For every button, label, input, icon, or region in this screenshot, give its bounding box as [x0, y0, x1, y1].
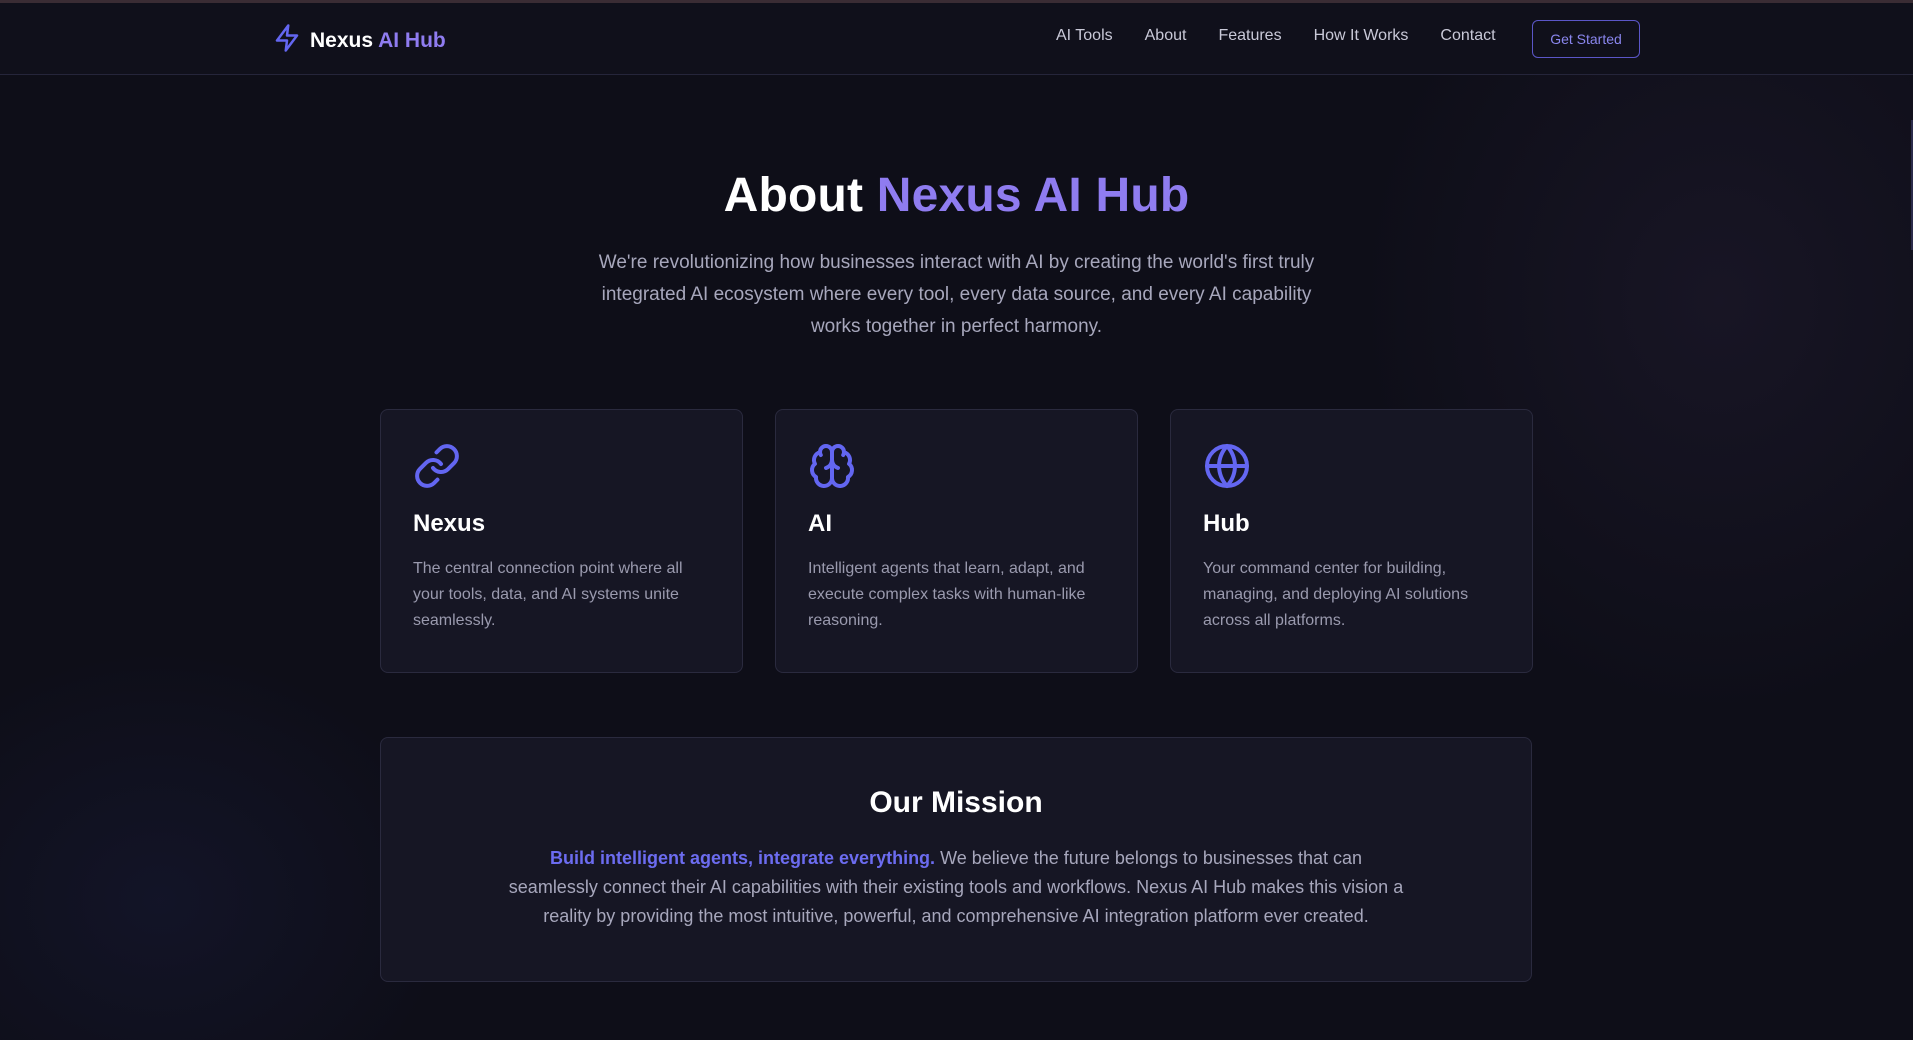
card-text: The central connection point where all y…: [413, 560, 683, 629]
nav-how-it-works[interactable]: How It Works: [1314, 27, 1409, 45]
title-main: About: [723, 169, 864, 222]
card-title: Hub: [1203, 510, 1250, 537]
card-title: AI: [808, 510, 832, 537]
brain-icon: [808, 442, 856, 490]
card-nexus: Nexus The central connection point where…: [380, 409, 743, 673]
title-accent: Nexus AI Hub: [876, 169, 1190, 222]
mission-text: Build intelligent agents, integrate ever…: [506, 844, 1406, 931]
globe-icon: [1203, 442, 1251, 490]
page-title: About Nexus AI Hub: [0, 168, 1913, 223]
site-header: Nexus AI Hub AI Tools About Features How…: [0, 3, 1913, 75]
card-ai: AI Intelligent agents that learn, adapt,…: [775, 409, 1138, 673]
card-title: Nexus: [413, 510, 486, 537]
mission-title: Our Mission: [869, 786, 1043, 819]
nav-features[interactable]: Features: [1218, 27, 1281, 45]
get-started-button[interactable]: Get Started: [1532, 20, 1640, 58]
logo-name: Nexus: [310, 28, 374, 52]
logo-accent: AI Hub: [378, 28, 446, 52]
logo-text: Nexus AI Hub: [310, 29, 446, 53]
logo[interactable]: Nexus AI Hub: [272, 21, 446, 60]
lightning-bolt-icon: [272, 21, 302, 60]
main-nav: AI Tools About Features How It Works Con…: [1056, 27, 1528, 45]
nav-contact[interactable]: Contact: [1440, 27, 1495, 45]
mission-section: Our Mission Build intelligent agents, in…: [380, 737, 1532, 982]
card-hub: Hub Your command center for building, ma…: [1170, 409, 1533, 673]
link-icon: [413, 442, 461, 490]
nav-ai-tools[interactable]: AI Tools: [1056, 27, 1113, 45]
about-hero: About Nexus AI Hub We're revolutionizing…: [0, 168, 1913, 343]
mission-highlight: Build intelligent agents, integrate ever…: [550, 848, 936, 868]
card-text: Your command center for building, managi…: [1203, 560, 1469, 629]
feature-cards: Nexus The central connection point where…: [380, 409, 1533, 673]
card-text: Intelligent agents that learn, adapt, an…: [808, 560, 1086, 629]
nav-about[interactable]: About: [1145, 27, 1187, 45]
hero-subtitle: We're revolutionizing how businesses int…: [598, 252, 1315, 337]
